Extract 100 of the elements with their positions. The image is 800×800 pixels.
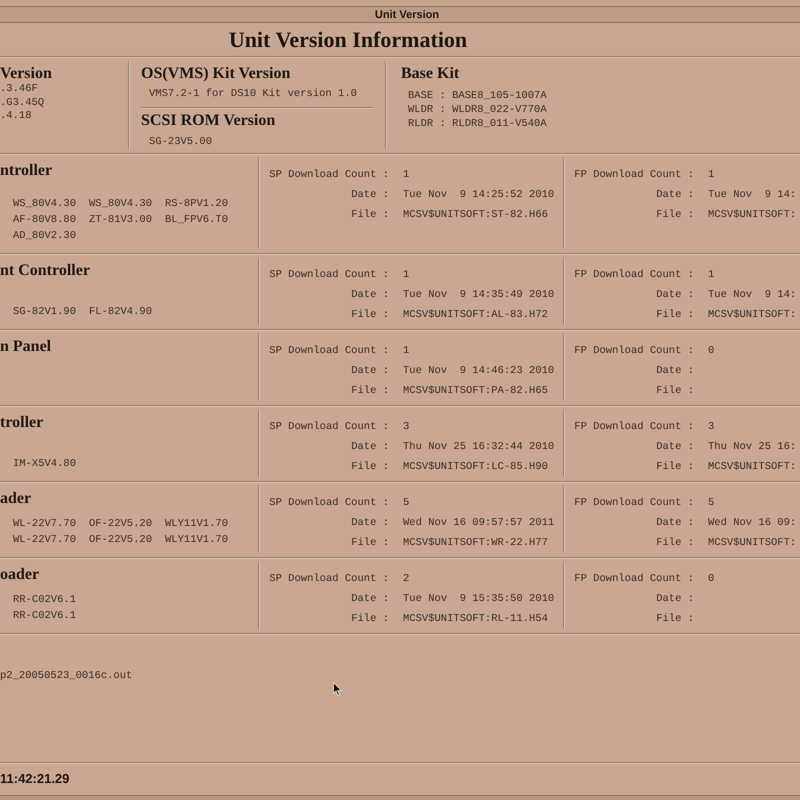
field-label: SP Download Count : xyxy=(269,168,389,183)
field-label: File : xyxy=(656,384,694,399)
field-label: File : xyxy=(351,308,389,323)
field-value: 0 xyxy=(708,572,714,587)
field-label: FP Download Count : xyxy=(574,420,694,435)
section-heading: nt Controller xyxy=(0,261,90,281)
version-text: VMS7.2-1 for DS10 Kit version 1.0 xyxy=(149,87,357,102)
field-value: 5 xyxy=(708,496,714,511)
field-label: SP Download Count : xyxy=(269,268,389,283)
field-label: File : xyxy=(656,460,694,475)
field-value: Tue Nov 9 14:46:23 2010 xyxy=(403,364,554,379)
field-label: SP Download Count : xyxy=(269,496,389,511)
field-label: File : xyxy=(351,384,389,399)
field-value: Wed Nov 16 09: xyxy=(708,516,796,531)
field-value: 1 xyxy=(403,268,410,283)
field-value: Tue Nov 9 14:35:49 2010 xyxy=(403,288,554,303)
section-heading: oader xyxy=(0,565,40,585)
field-label: Date : xyxy=(351,364,389,379)
version-text: .3.46F xyxy=(0,83,38,96)
field-label: File : xyxy=(656,612,694,627)
window-title: Unit Version xyxy=(374,8,440,22)
cursor-icon xyxy=(333,682,342,696)
field-value: Wed Nov 16 09:57:57 2011 xyxy=(403,516,554,531)
field-value: Thu Nov 25 16: xyxy=(708,440,796,455)
field-label: Date : xyxy=(656,364,694,379)
field-label: SP Download Count : xyxy=(269,344,389,359)
field-label: Date : xyxy=(656,188,694,203)
field-label: FP Download Count : xyxy=(574,268,694,283)
version-text: WLY11V1.70 xyxy=(165,517,230,532)
section-heading: troller xyxy=(0,413,44,433)
field-label: Date : xyxy=(656,288,694,303)
page-heading: Unit Version Information xyxy=(228,26,468,52)
field-value: 3 xyxy=(708,420,714,435)
version-text: WLY11V1.70 xyxy=(165,533,230,548)
log-file-name: p2_20050523_0016c.out xyxy=(0,669,132,684)
field-label: FP Download Count : xyxy=(574,496,694,511)
field-value: 5 xyxy=(403,496,410,511)
field-value: Tue Nov 9 14: xyxy=(708,288,796,303)
field-label: File : xyxy=(351,536,389,551)
version-text: RR-C02V6.1 xyxy=(13,593,78,608)
field-value: MCSV$UNITSOFT: xyxy=(708,308,796,323)
field-label: Date : xyxy=(656,592,694,607)
field-value: MCSV$UNITSOFT: xyxy=(708,460,796,475)
version-text: WL-22V7.70 xyxy=(13,533,78,548)
field-value: MCSV$UNITSOFT:ST-82.H66 xyxy=(403,208,548,223)
field-value: 1 xyxy=(403,168,410,183)
field-value: MCSV$UNITSOFT:LC-85.H90 xyxy=(403,460,548,475)
version-text: IM-X5V4.80 xyxy=(13,457,78,472)
field-label: SP Download Count : xyxy=(269,420,389,435)
field-label: FP Download Count : xyxy=(574,344,694,359)
field-label: Date : xyxy=(351,288,389,303)
version-text: OF-22V5.20 xyxy=(89,517,154,532)
section-heading: Version xyxy=(0,64,52,84)
version-text: BASE : BASE8_105-1007A xyxy=(408,89,547,103)
field-value: 0 xyxy=(708,344,714,359)
version-text: AD_80V2.30 xyxy=(13,229,78,244)
field-label: Date : xyxy=(351,592,389,607)
field-label: File : xyxy=(351,208,389,223)
field-value: 3 xyxy=(403,420,410,435)
version-text: RLDR : RLDR8_011-V540A xyxy=(408,117,547,131)
version-text: OF-22V5.20 xyxy=(89,533,154,548)
version-text: BL_FPV6.T0 xyxy=(165,213,230,228)
field-value: 1 xyxy=(708,268,714,283)
field-value: 1 xyxy=(403,344,410,359)
field-label: Date : xyxy=(656,440,694,455)
field-value: MCSV$UNITSOFT:PA-82.H65 xyxy=(403,384,548,399)
version-text: SG-82V1.90 xyxy=(13,305,78,320)
field-label: File : xyxy=(656,208,694,223)
field-label: File : xyxy=(351,612,389,627)
version-text: SG-23V5.00 xyxy=(149,135,212,150)
field-value: Thu Nov 25 16:32:44 2010 xyxy=(403,440,554,455)
version-text: WL-22V7.70 xyxy=(13,517,78,532)
section-heading: Base Kit xyxy=(401,64,460,84)
field-label: Date : xyxy=(351,188,389,203)
field-label: Date : xyxy=(351,516,389,531)
field-label: File : xyxy=(656,536,694,551)
section-heading: SCSI ROM Version xyxy=(141,111,276,131)
status-time: 11:42:21.29 xyxy=(0,771,70,787)
field-value: MCSV$UNITSOFT: xyxy=(708,208,796,223)
field-label: Date : xyxy=(656,516,694,531)
version-text: .4.18 xyxy=(0,110,32,124)
field-value: Tue Nov 9 14:25:52 2010 xyxy=(403,188,554,203)
field-label: FP Download Count : xyxy=(574,168,694,183)
field-value: 2 xyxy=(403,572,410,587)
field-label: FP Download Count : xyxy=(574,572,694,587)
field-value: Tue Nov 9 14: xyxy=(708,188,796,203)
section-heading: ader xyxy=(0,489,32,509)
section-heading: OS(VMS) Kit Version xyxy=(141,64,290,84)
version-text: .G3.45Q xyxy=(0,96,44,110)
version-text: FL-82V4.90 xyxy=(89,305,154,320)
field-value: 1 xyxy=(708,168,714,183)
section-heading: ntroller xyxy=(0,161,52,181)
field-label: Date : xyxy=(351,440,389,455)
field-value: MCSV$UNITSOFT: xyxy=(708,536,796,551)
version-text: WS_80V4.30 xyxy=(89,197,154,212)
version-text: WS_80V4.30 xyxy=(13,197,78,212)
version-text: RS-8PV1.20 xyxy=(165,197,230,212)
field-label: File : xyxy=(656,308,694,323)
field-label: File : xyxy=(351,460,389,475)
section-heading: n Panel xyxy=(0,337,52,357)
